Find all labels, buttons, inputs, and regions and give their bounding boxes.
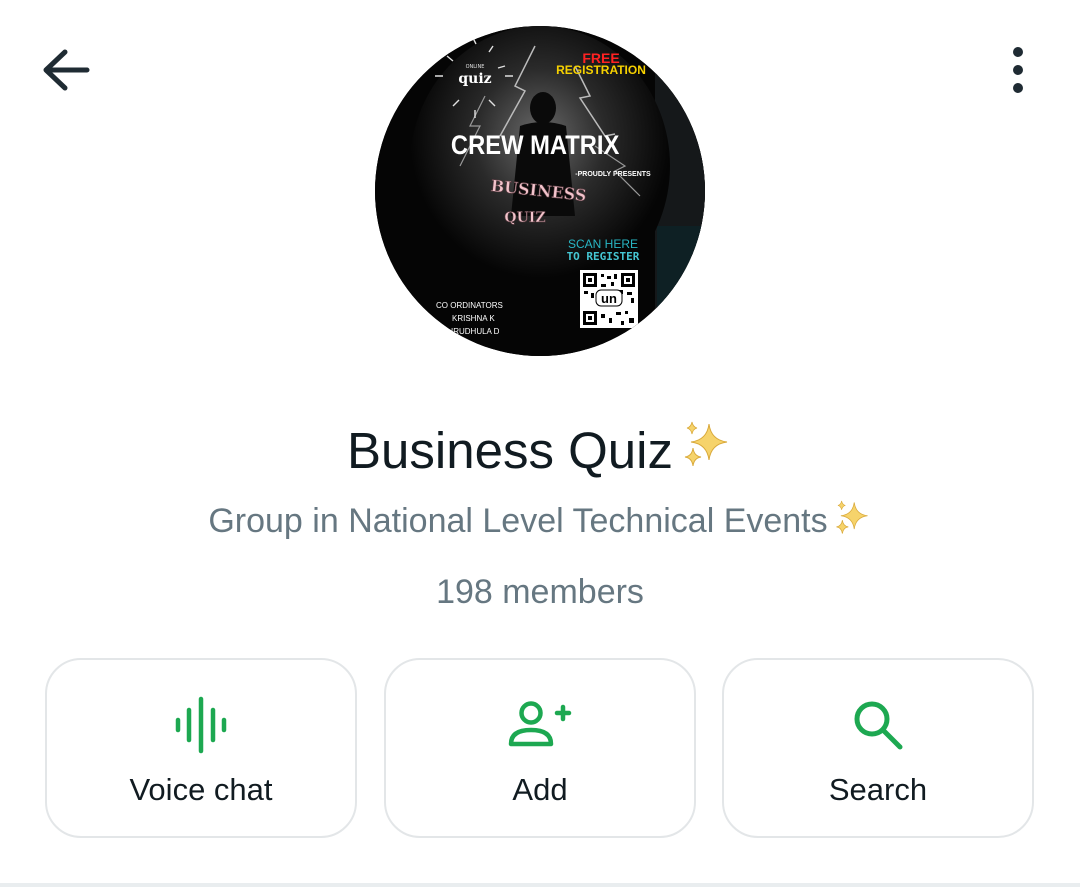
group-subtitle[interactable]: Group in National Level Technical Events	[0, 498, 1080, 543]
section-divider	[0, 883, 1080, 887]
poster-image: ONLINE quiz FREE REGISTRATION CREW MATRI…	[375, 26, 705, 356]
poster-quiz-text: quiz	[458, 71, 491, 87]
sparkles-icon	[684, 421, 728, 467]
poster-scan-text: SCAN HERE	[568, 237, 638, 251]
add-button[interactable]: Add	[384, 658, 696, 838]
group-subtitle-text: Group in National Level Technical Events	[208, 502, 828, 540]
members-count: 198 members	[436, 573, 644, 611]
poster-name2-text: IRUDHULA D	[451, 327, 500, 336]
qr-center-text: un	[601, 291, 617, 306]
group-avatar[interactable]: ONLINE quiz FREE REGISTRATION CREW MATRI…	[375, 26, 705, 356]
qr-code: un	[580, 270, 638, 328]
group-name: Business Quiz	[0, 418, 1080, 482]
search-button[interactable]: Search	[722, 658, 1034, 838]
voice-chat-button[interactable]: Voice chat	[45, 658, 357, 838]
more-options-button[interactable]	[990, 42, 1046, 98]
back-button[interactable]	[36, 42, 96, 98]
search-icon	[854, 701, 903, 750]
voice-chat-label: Voice chat	[129, 772, 273, 807]
add-person-icon	[508, 701, 572, 747]
poster-registration-text: REGISTRATION	[556, 63, 646, 77]
more-vertical-icon	[1013, 47, 1023, 93]
poster-name1-text: KRISHNA K	[452, 314, 495, 323]
search-label: Search	[828, 772, 928, 807]
group-name-text: Business Quiz	[347, 422, 673, 479]
poster-register-text: TO REGISTER	[567, 250, 640, 263]
poster-proudly-text: -PROUDLY PRESENTS	[575, 171, 651, 178]
poster-crew-text: CREW MATRIX	[451, 131, 619, 161]
poster-coordinators-text: CO ORDINATORS	[436, 301, 503, 310]
add-label: Add	[512, 772, 568, 807]
sparkles-icon	[836, 500, 868, 534]
voice-wave-icon	[175, 696, 227, 754]
poster-online-text: ONLINE	[466, 64, 485, 70]
arrow-left-icon	[43, 49, 90, 91]
poster-quiz2-text: QUIZ	[504, 210, 545, 226]
